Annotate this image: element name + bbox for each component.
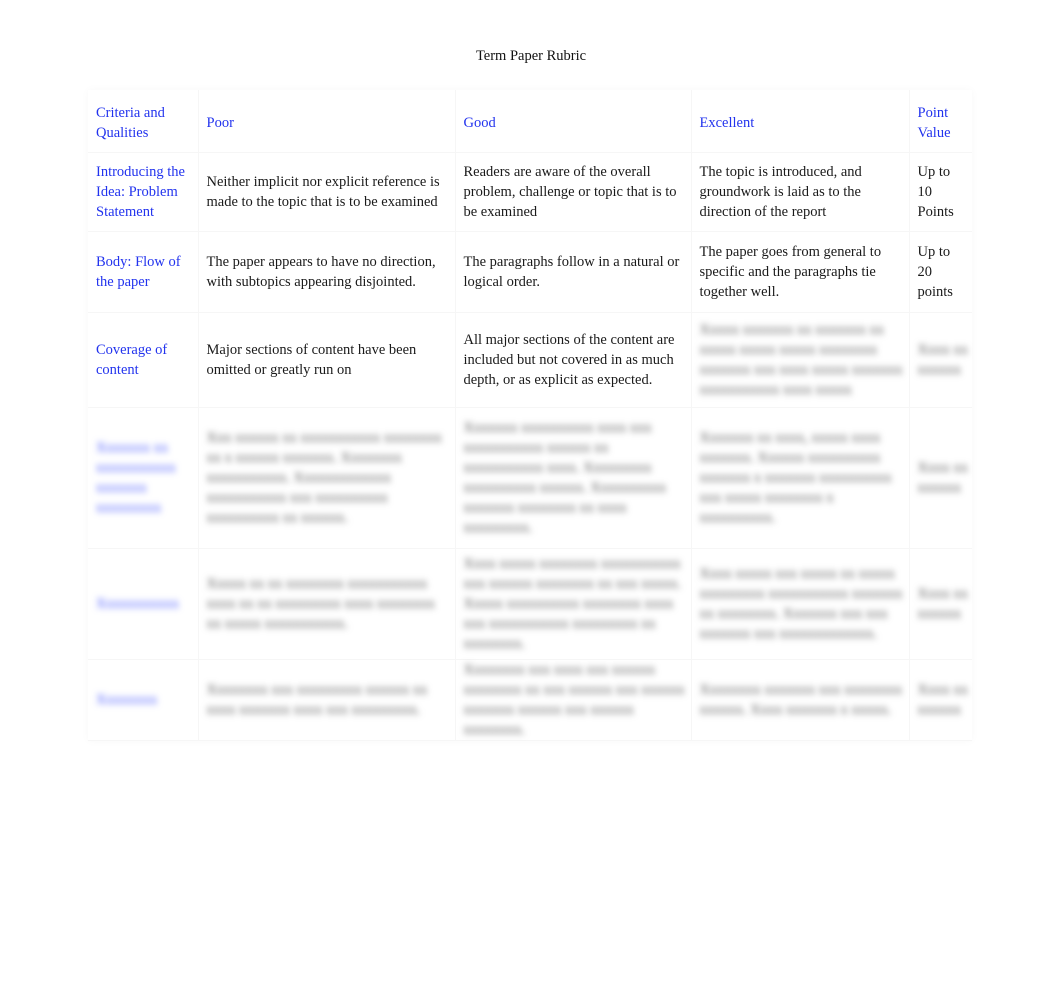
- points-cell-blurred: Xxxx xx xxxxxx: [909, 312, 972, 408]
- header-points: Point Value: [909, 90, 972, 153]
- criteria-cell-blurred: Xxxxxxx xx xxxxxxxxxxx xxxxxxx xxxxxxxxx: [88, 407, 199, 549]
- points-cell-blurred: Xxxx xx xxxxxx: [909, 407, 972, 549]
- good-cell: The paragraphs follow in a natural or lo…: [455, 231, 692, 313]
- criteria-cell-blurred: Xxxxxxxx: [88, 659, 199, 741]
- header-poor: Poor: [198, 90, 456, 153]
- header-criteria: Criteria and Qualities: [88, 90, 199, 153]
- criteria-cell: Introducing the Idea: Problem Statement: [88, 152, 199, 232]
- poor-cell-blurred: Xxxxxxxx xxx xxxxxxxxx xxxxxx xx xxxx xx…: [198, 659, 456, 741]
- points-cell-blurred: Xxxx xx xxxxxx: [909, 548, 972, 660]
- table-row-blurred: Xxxxxxx xx xxxxxxxxxxx xxxxxxx xxxxxxxxx…: [88, 407, 972, 549]
- criteria-cell: Body: Flow of the paper: [88, 231, 199, 313]
- excellent-cell-blurred: Xxxxx xxxxxxx xx xxxxxxx xx xxxxx xxxxx …: [691, 312, 910, 408]
- points-cell-blurred: Xxxx xx xxxxxx: [909, 659, 972, 741]
- poor-cell: Neither implicit nor explicit reference …: [198, 152, 456, 232]
- good-cell-blurred: Xxxxxxxx xxx xxxx xxx xxxxxx xxxxxxxx xx…: [455, 659, 692, 741]
- excellent-cell: The paper goes from general to specific …: [691, 231, 910, 313]
- poor-cell-blurred: Xxxxx xx xx xxxxxxxx xxxxxxxxxxx xxxx xx…: [198, 548, 456, 660]
- table-header-row: Criteria and Qualities Poor Good Excelle…: [88, 90, 972, 153]
- good-cell-blurred: Xxxx xxxxx xxxxxxxx xxxxxxxxxxx xxx xxxx…: [455, 548, 692, 660]
- document-title: Term Paper Rubric: [475, 48, 587, 64]
- table-row: Body: Flow of the paper The paper appear…: [88, 231, 972, 313]
- good-cell: All major sections of the content are in…: [455, 312, 692, 408]
- excellent-cell-blurred: Xxxxxxx xx xxxx, xxxxx xxxx xxxxxxx. Xxx…: [691, 407, 910, 549]
- excellent-cell-blurred: Xxxx xxxxx xxx xxxxx xx xxxxx xxxxxxxxx …: [691, 548, 910, 660]
- table-row-blurred: Xxxxxxxx Xxxxxxxx xxx xxxxxxxxx xxxxxx x…: [88, 659, 972, 741]
- header-good: Good: [455, 90, 692, 153]
- table-row: Introducing the Idea: Problem Statement …: [88, 152, 972, 232]
- table-row-blurred: Xxxxxxxxxxx Xxxxx xx xx xxxxxxxx xxxxxxx…: [88, 548, 972, 660]
- poor-cell: The paper appears to have no direction, …: [198, 231, 456, 313]
- points-cell: Up to 10 Points: [909, 152, 972, 232]
- poor-cell-blurred: Xxx xxxxxx xx xxxxxxxxxxx xxxxxxxx xx x …: [198, 407, 456, 549]
- header-excellent: Excellent: [691, 90, 910, 153]
- excellent-cell: The topic is introduced, and groundwork …: [691, 152, 910, 232]
- good-cell: Readers are aware of the overall problem…: [455, 152, 692, 232]
- poor-cell: Major sections of content have been omit…: [198, 312, 456, 408]
- points-cell: Up to 20 points: [909, 231, 972, 313]
- criteria-cell: Coverage of content: [88, 312, 199, 408]
- excellent-cell-blurred: Xxxxxxxx xxxxxxx xxx xxxxxxxx xxxxxx. Xx…: [691, 659, 910, 741]
- table-row: Coverage of content Major sections of co…: [88, 312, 972, 408]
- rubric-table: Criteria and Qualities Poor Good Excelle…: [88, 90, 972, 741]
- criteria-cell-blurred: Xxxxxxxxxxx: [88, 548, 199, 660]
- good-cell-blurred: Xxxxxxx xxxxxxxxxx xxxx xxx xxxxxxxxxxx …: [455, 407, 692, 549]
